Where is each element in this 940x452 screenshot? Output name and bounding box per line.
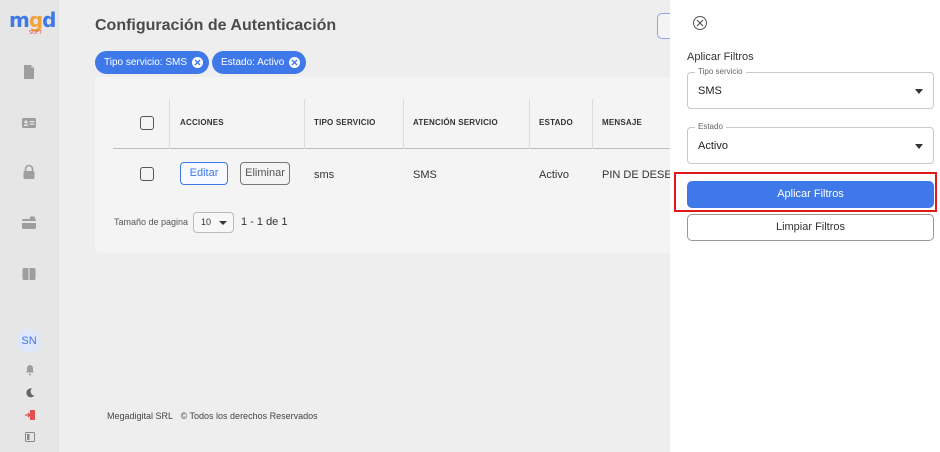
filter-chip-estado[interactable]: Estado: Activo [212, 51, 307, 74]
filter-panel: Aplicar Filtros Tipo servicio SMS Estado… [670, 0, 940, 452]
logo-d: d [42, 8, 56, 32]
apply-filters-button[interactable]: Aplicar Filtros [687, 181, 934, 208]
page-size-select[interactable]: 10 [193, 212, 234, 233]
select-all-checkbox[interactable] [140, 116, 154, 130]
chip-label: Estado: Activo [221, 57, 285, 68]
column-divider [529, 99, 530, 149]
footer: Megadigital SRL © Todos los derechos Res… [107, 411, 318, 421]
logo-g: g [28, 8, 43, 32]
chip-label: Tipo servicio: SMS [104, 57, 187, 68]
id-card-icon[interactable] [21, 115, 37, 131]
chevron-down-icon [915, 89, 923, 94]
chip-remove-icon[interactable] [289, 57, 301, 68]
close-icon[interactable] [693, 16, 707, 30]
estado-label: Estado [695, 122, 726, 131]
column-divider [169, 99, 170, 149]
edit-button[interactable]: Editar [180, 162, 228, 185]
cell-atencion-servicio: SMS [413, 169, 437, 181]
logo-sub: SOFT [29, 30, 42, 36]
table-card: ACCIONES TIPO SERVICIO ATENCIÓN SERVICIO… [95, 77, 685, 253]
avatar[interactable]: SN [17, 329, 41, 353]
tipo-servicio-value: SMS [698, 85, 722, 97]
column-header-tipo-servicio[interactable]: TIPO SERVICIO [314, 118, 376, 127]
estado-select[interactable]: Estado Activo [687, 122, 934, 164]
page-size-label: Tamaño de pagina [114, 217, 189, 227]
clear-filters-button[interactable]: Limpiar Filtros [687, 214, 934, 241]
column-divider [592, 99, 593, 149]
collapse-icon[interactable] [24, 430, 36, 442]
tipo-servicio-select[interactable]: Tipo servicio SMS [687, 67, 934, 109]
tipo-servicio-label: Tipo servicio [695, 67, 746, 76]
column-header-mensaje[interactable]: MENSAJE [602, 118, 642, 127]
chevron-down-icon [915, 144, 923, 149]
lock-icon[interactable] [21, 164, 37, 180]
column-divider [304, 99, 305, 149]
document-icon[interactable] [21, 64, 37, 80]
moon-icon[interactable] [24, 386, 36, 398]
panel-title: Aplicar Filtros [687, 51, 754, 63]
page-size-value: 10 [201, 217, 212, 227]
estado-value: Activo [698, 140, 728, 152]
logo-m: m [9, 8, 30, 32]
footer-company: Megadigital SRL [107, 411, 174, 421]
page-title: Configuración de Autenticación [95, 17, 337, 34]
chip-remove-icon[interactable] [191, 57, 203, 68]
table-header: ACCIONES TIPO SERVICIO ATENCIÓN SERVICIO… [113, 99, 673, 149]
book-icon[interactable] [21, 266, 37, 282]
bell-icon[interactable] [24, 363, 36, 376]
row-checkbox[interactable] [140, 167, 154, 181]
column-header-atencion-servicio[interactable]: ATENCIÓN SERVICIO [413, 118, 498, 127]
delete-button[interactable]: Eliminar [240, 162, 290, 185]
sidebar: mgd SOFT SN [0, 0, 59, 452]
cell-tipo-servicio: sms [314, 169, 335, 181]
pagination-range: 1 - 1 de 1 [241, 216, 288, 228]
cell-estado: Activo [539, 169, 569, 181]
chevron-down-icon [219, 221, 227, 225]
logo[interactable]: mgd SOFT [9, 8, 57, 36]
footer-rights: © Todos los derechos Reservados [180, 411, 318, 421]
cell-mensaje: PIN DE DESE [602, 169, 672, 181]
main-content: Configuración de Autenticación Tipo serv… [59, 0, 685, 452]
logout-icon[interactable] [24, 408, 36, 420]
column-header-estado[interactable]: ESTADO [539, 118, 573, 127]
card-icon[interactable] [21, 215, 37, 231]
filter-chip-tipo-servicio[interactable]: Tipo servicio: SMS [95, 51, 209, 74]
column-divider [403, 99, 404, 149]
column-header-acciones[interactable]: ACCIONES [180, 118, 224, 127]
